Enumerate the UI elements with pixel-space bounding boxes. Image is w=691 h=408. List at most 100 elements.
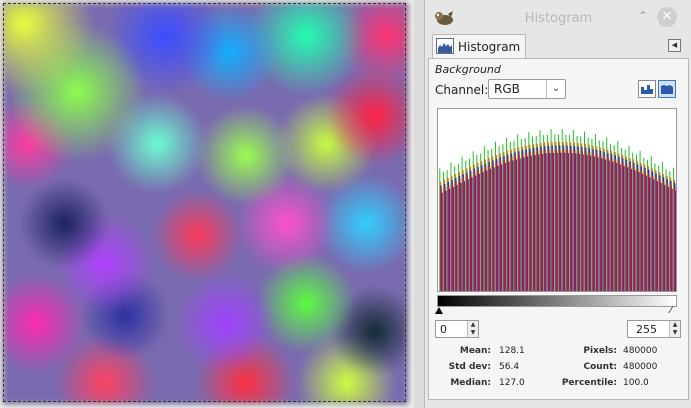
histogram-bar [626, 167, 629, 291]
histogram-bar [508, 161, 510, 291]
histogram-bar [552, 152, 555, 291]
log-histogram-icon[interactable] [658, 80, 676, 98]
histogram-bar [667, 186, 670, 291]
histogram-chart [437, 108, 677, 292]
close-icon[interactable]: ✕ [657, 7, 677, 27]
channel-select[interactable]: RGB ⌄ [488, 79, 566, 99]
histogram-bar [593, 156, 595, 291]
histogram-bar [534, 154, 536, 291]
histogram-icon [436, 38, 454, 54]
percentile-value: 100.0 [623, 378, 649, 388]
histogram-bar [671, 188, 673, 291]
spin-arrows-icon[interactable]: ▲ ▼ [467, 321, 478, 337]
histogram-bar [441, 192, 443, 291]
histogram-bar [452, 186, 455, 291]
histogram-bar [608, 160, 610, 291]
histogram-bar [660, 182, 662, 291]
histogram-bar [663, 184, 666, 291]
histogram-bar [611, 161, 614, 291]
histogram-bar [656, 181, 658, 291]
histogram-bar [600, 158, 603, 291]
count-value: 480000 [623, 362, 658, 372]
histogram-bar [574, 153, 577, 291]
histogram-bar [482, 172, 484, 291]
channel-value: RGB [494, 82, 520, 96]
mean-value: 128.1 [499, 346, 525, 356]
histogram-bar [519, 158, 521, 291]
stddev-value: 56.4 [499, 362, 520, 372]
tab-histogram[interactable]: Histogram [432, 34, 526, 59]
histogram-bar [515, 159, 518, 291]
percentile-label: Percentile: [561, 378, 617, 388]
histogram-bar [537, 154, 540, 291]
histogram-bar [641, 173, 644, 291]
image-canvas[interactable] [3, 3, 408, 404]
histogram-bar [619, 164, 621, 291]
layer-name: Background [435, 63, 501, 76]
histogram-bar [545, 153, 547, 291]
histogram-bar [645, 175, 647, 291]
histogram-bar [652, 179, 655, 291]
range-min-handle[interactable] [435, 307, 443, 314]
pixels-label: Pixels: [583, 346, 617, 356]
range-min-input[interactable]: 0 ▲ ▼ [435, 320, 479, 338]
histogram-bar [448, 188, 451, 291]
spin-arrows-icon[interactable]: ▲ ▼ [669, 321, 680, 337]
mean-label: Mean: [459, 346, 491, 356]
stddev-label: Std dev: [448, 362, 491, 372]
window-title: Histogram [524, 11, 593, 26]
histogram-bar [500, 164, 503, 291]
histogram-bar [467, 179, 469, 291]
histogram-bar [474, 175, 477, 291]
histogram-bar [559, 152, 562, 291]
histogram-bar [489, 168, 492, 291]
histogram-bar [589, 155, 592, 291]
pixels-value: 480000 [623, 346, 658, 356]
median-label: Median: [450, 378, 491, 388]
chevron-down-icon: ⌄ [546, 80, 565, 98]
range-max-handle[interactable]: ⁄ [670, 307, 672, 316]
histogram-bar [634, 170, 636, 291]
histogram-bar [485, 170, 488, 291]
canvas-area[interactable] [0, 0, 414, 408]
histogram-bar [585, 154, 588, 291]
histogram-bar [648, 177, 651, 291]
chevron-up-icon[interactable]: ⌃ [635, 8, 651, 24]
histogram-bar [582, 154, 584, 291]
tab-label: Histogram [458, 40, 521, 54]
histogram-bar [597, 157, 599, 291]
histogram-bar [526, 156, 529, 291]
histogram-bar [571, 153, 573, 291]
range-max-input[interactable]: 255 ▲ ▼ [627, 320, 681, 338]
histogram-bar [675, 190, 676, 291]
median-value: 127.0 [499, 378, 525, 388]
histogram-bar [563, 152, 566, 291]
histogram-bar [511, 160, 514, 291]
linear-histogram-icon[interactable] [638, 80, 656, 98]
histogram-bar [541, 153, 544, 291]
count-label: Count: [583, 362, 617, 372]
histogram-bar [578, 153, 581, 291]
histogram-bar [522, 157, 525, 291]
histogram-panel: Background Channel: RGB ⌄ ⁄ 0 ▲ ▼ 255 ▲ ▼ [428, 58, 689, 400]
histogram-bar [493, 167, 495, 291]
histogram-bar [637, 172, 640, 291]
histogram-bar [456, 184, 458, 291]
triangle-left-icon[interactable]: ◀ [668, 39, 681, 52]
histogram-bar [615, 163, 618, 291]
channel-label: Channel: [435, 83, 489, 97]
histogram-bar [496, 165, 499, 291]
histogram-bar [556, 152, 558, 291]
histogram-bar [548, 153, 551, 291]
histogram-bar [630, 168, 633, 291]
histogram-bar [459, 182, 462, 291]
histogram-bar [623, 165, 625, 291]
histogram-dock: Histogram ⌃ ✕ Histogram ◀ Background Cha… [424, 0, 691, 408]
histogram-bar [530, 155, 532, 291]
titlebar[interactable]: Histogram ⌃ ✕ [425, 6, 691, 30]
histogram-bar [463, 181, 466, 291]
value-gradient-bar [437, 295, 677, 307]
range-max-value: 255 [636, 323, 657, 336]
histogram-bar [504, 163, 506, 291]
histogram-bar [567, 152, 569, 291]
